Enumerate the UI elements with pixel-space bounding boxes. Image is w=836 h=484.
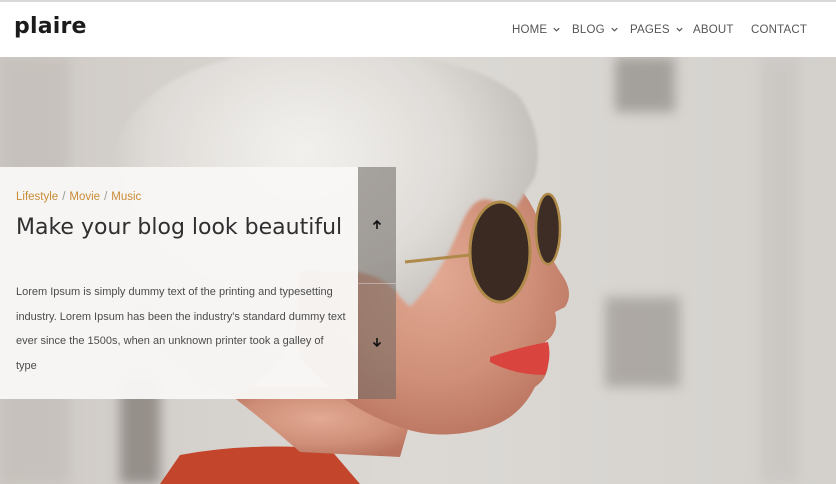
site-logo[interactable]: plaire (14, 14, 87, 39)
slider-controls (358, 167, 396, 399)
nav-item-pages[interactable]: PAGES (630, 2, 684, 57)
slider-prev-button[interactable] (358, 167, 396, 283)
chevron-down-icon (676, 27, 683, 32)
nav-item-label: PAGES (630, 23, 670, 36)
slider-next-button[interactable] (358, 283, 396, 399)
page: plaire HOME BLOG PAGES ABOUT CONTACT Lif… (0, 0, 836, 484)
nav-item-label: ABOUT (693, 23, 734, 36)
chevron-down-icon (611, 27, 618, 32)
category-separator: / (62, 191, 66, 203)
category-link-movie[interactable]: Movie (69, 191, 100, 203)
nav-item-label: CONTACT (751, 23, 808, 36)
hero-slider: Lifestyle / Movie / Music Make your blog loo… (0, 57, 836, 484)
post-categories: Lifestyle / Movie / Music (16, 191, 141, 203)
site-header: plaire HOME BLOG PAGES ABOUT CONTACT (0, 2, 836, 57)
category-link-music[interactable]: Music (111, 191, 141, 203)
arrow-down-icon (372, 337, 382, 347)
post-card: Lifestyle / Movie / Music Make your blog loo… (0, 167, 358, 399)
nav-item-about[interactable]: ABOUT (693, 2, 734, 57)
category-link-lifestyle[interactable]: Lifestyle (16, 191, 58, 203)
chevron-down-icon (553, 27, 560, 32)
post-excerpt: Lorem Ipsum is simply dummy text of the … (16, 286, 346, 372)
nav-item-label: HOME (512, 23, 548, 36)
nav-item-label: BLOG (572, 23, 605, 36)
nav-item-contact[interactable]: CONTACT (751, 2, 807, 57)
nav-item-blog[interactable]: BLOG (572, 2, 619, 57)
category-separator: / (104, 191, 108, 203)
post-title[interactable]: Make your blog look beautiful (16, 215, 346, 241)
arrow-up-icon (372, 219, 382, 229)
nav-item-home[interactable]: HOME (512, 2, 561, 57)
